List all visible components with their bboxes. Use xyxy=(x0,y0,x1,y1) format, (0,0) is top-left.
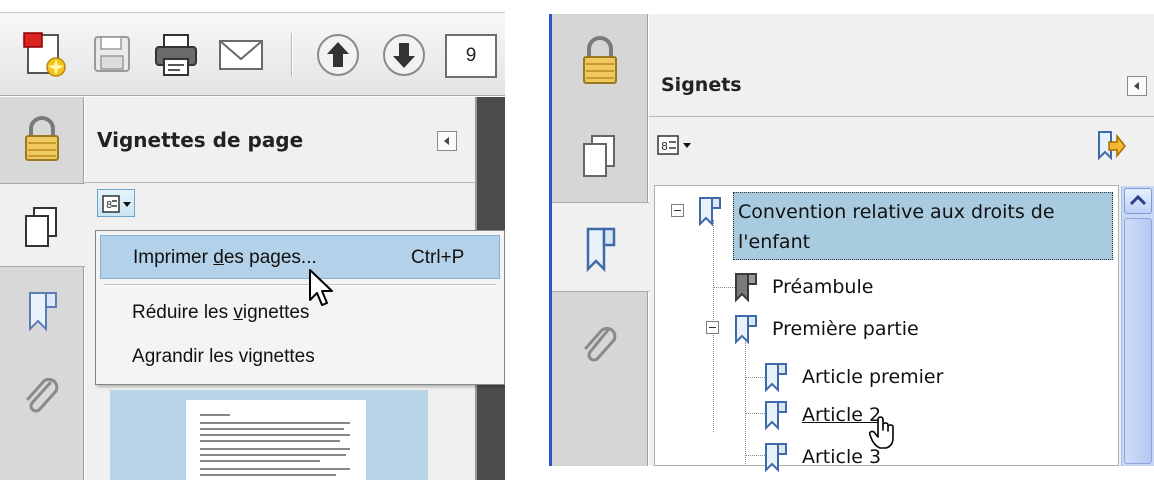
next-page-icon[interactable] xyxy=(378,29,430,81)
bookmark-icon xyxy=(765,401,787,431)
menu-item-enlarge-thumbnails[interactable]: Agrandir les vignettes xyxy=(100,335,500,379)
options-menu-button[interactable]: 8 xyxy=(657,132,699,160)
bookmark-icon xyxy=(735,315,757,345)
tab-page-thumbnails[interactable] xyxy=(0,183,86,267)
scrollbar-thumb[interactable] xyxy=(1124,218,1152,464)
mouse-pointer-icon xyxy=(309,269,333,306)
bookmark-icon xyxy=(765,443,787,473)
tab-bookmarks[interactable] xyxy=(0,269,84,353)
paperclip-icon xyxy=(584,326,617,362)
bookmark-root-selected[interactable]: Convention relative aux droits de l'enfa… xyxy=(733,192,1113,260)
thumbnail-area[interactable] xyxy=(110,390,428,480)
panel-title: Vignettes de page xyxy=(97,128,304,152)
pages-icon xyxy=(25,207,57,247)
save-icon[interactable] xyxy=(86,29,138,81)
collapse-toggle[interactable] xyxy=(706,321,719,334)
pages-icon xyxy=(583,135,615,177)
menu-item-print-pages[interactable]: Imprimer des pages... Ctrl+P xyxy=(100,235,500,279)
collapse-toggle[interactable] xyxy=(671,204,684,217)
email-icon[interactable] xyxy=(215,29,267,81)
tab-page-thumbnails[interactable] xyxy=(552,110,648,200)
panel-header: Signets xyxy=(649,14,1154,117)
menu-separator xyxy=(104,284,496,286)
options-icon: 8 xyxy=(102,195,131,213)
tab-attachments[interactable] xyxy=(552,300,648,390)
bookmark-premiere-partie[interactable]: Première partie xyxy=(772,318,919,340)
bookmark-icon xyxy=(699,197,721,227)
navigation-tabstrip xyxy=(0,97,86,480)
previous-page-icon[interactable] xyxy=(312,29,364,81)
scroll-up-button[interactable] xyxy=(1124,188,1152,214)
print-icon[interactable] xyxy=(150,29,202,81)
options-context-menu: Imprimer des pages... Ctrl+P Réduire les… xyxy=(95,230,505,385)
thumbnails-window: 9 Vignettes de page 8 Imprimer des pages… xyxy=(0,0,505,480)
panel-title: Signets xyxy=(661,74,742,96)
tab-security[interactable] xyxy=(552,14,648,104)
screenshot-stage: 9 Vignettes de page 8 Imprimer des pages… xyxy=(0,0,1154,480)
new-bookmark-button[interactable] xyxy=(1093,128,1127,162)
svg-text:8: 8 xyxy=(661,140,668,153)
chevron-up-icon xyxy=(1129,194,1147,206)
vertical-scrollbar[interactable] xyxy=(1121,186,1154,466)
lock-icon xyxy=(25,116,59,161)
menu-item-reduce-thumbnails[interactable]: Réduire les vignettes xyxy=(100,291,500,335)
page-thumbnail[interactable] xyxy=(186,400,366,480)
bookmark-icon xyxy=(29,292,57,332)
page-number-input[interactable]: 9 xyxy=(445,34,497,78)
bookmark-icon xyxy=(735,273,757,303)
panel-header: Vignettes de page xyxy=(85,97,475,183)
collapse-panel-button[interactable] xyxy=(1127,76,1147,96)
tab-attachments[interactable] xyxy=(0,355,84,439)
paperclip-icon xyxy=(26,377,59,413)
options-menu-button[interactable]: 8 xyxy=(97,189,135,217)
hand-cursor-icon xyxy=(868,416,894,449)
tab-security[interactable] xyxy=(0,97,84,181)
bookmark-preambule[interactable]: Préambule xyxy=(772,276,873,298)
svg-text:8: 8 xyxy=(106,200,112,211)
menu-shortcut: Ctrl+P xyxy=(411,247,465,268)
create-pdf-icon[interactable] xyxy=(20,29,72,81)
toolbar: 9 xyxy=(0,12,505,96)
collapse-panel-button[interactable] xyxy=(437,131,457,151)
bookmark-icon xyxy=(586,227,616,273)
tab-bookmarks[interactable] xyxy=(552,202,650,292)
bookmark-article-premier[interactable]: Article premier xyxy=(802,366,943,388)
navigation-tabstrip xyxy=(552,14,650,466)
new-bookmark-icon xyxy=(1098,131,1126,161)
toolbar-separator xyxy=(291,33,293,77)
lock-icon xyxy=(583,36,617,84)
bookmark-icon xyxy=(765,363,787,393)
options-icon: 8 xyxy=(657,135,691,155)
